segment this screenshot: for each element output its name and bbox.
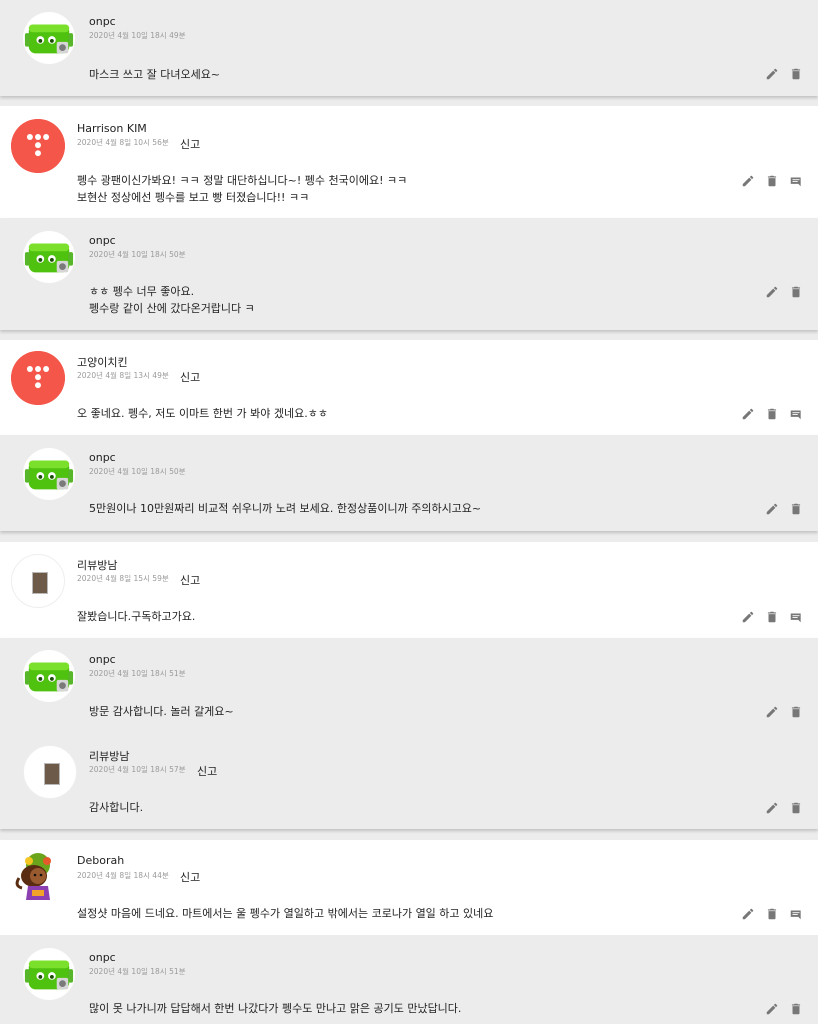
report-link[interactable]: 신고 [180,369,200,385]
edit-pencil-icon[interactable] [741,407,755,421]
delete-trash-icon[interactable] [789,67,803,81]
delete-trash-icon[interactable] [765,907,779,921]
reply-block: onpc 2020년 4월 10일 18시 51분 방문 감사합니다. 놀러 갈… [0,638,818,829]
author-name[interactable]: onpc [89,451,116,464]
avatar[interactable] [11,119,65,173]
reply-block: onpc 2020년 4월 10일 18시 51분 많이 못 나가니까 답답해서… [0,935,818,1024]
edit-pencil-icon[interactable] [765,285,779,299]
comment-block: Deborah 2020년 4월 8일 18시 44분 신고 설정샷 마음에 드… [0,840,818,935]
avatar[interactable] [23,231,75,283]
avatar[interactable] [11,554,65,608]
report-link[interactable]: 신고 [180,572,200,588]
comment-date: 2020년 4월 10일 18시 51분 [89,669,186,678]
comment-text: 많이 못 나가니까 답답해서 한번 나갔다가 펭수도 만나고 맑은 공기도 만났… [89,1002,462,1015]
comment-block: 리뷰방남 2020년 4월 8일 15시 59분 신고 잘봤습니다.구독하고가요… [0,542,818,638]
author-name[interactable]: Deborah [77,854,124,867]
edit-pencil-icon[interactable] [741,174,755,188]
avatar[interactable] [10,850,66,906]
comment-date: 2020년 4월 10일 18시 49분 [89,31,186,40]
comment-text: 설정샷 마음에 드네요. 마트에서는 울 펭수가 열일하고 밖에서는 코로나가 … [77,907,494,920]
reply-block: onpc 2020년 4월 10일 18시 50분 5만원이나 10만원짜리 비… [0,435,818,531]
edit-pencil-icon[interactable] [765,1002,779,1016]
comment-text: 마스크 쓰고 잘 다녀오세요~ [89,68,221,81]
author-name[interactable]: Harrison KIM [77,122,147,135]
comment-date: 2020년 4월 8일 15시 59분 [77,574,169,583]
author-name[interactable]: 리뷰방남 [77,557,117,573]
delete-trash-icon[interactable] [765,174,779,188]
comment-date: 2020년 4월 10일 18시 50분 [89,467,186,476]
comment-text: 펭수 광팬이신가봐요! ㅋㅋ 정말 대단하십니다~! 펭수 천국이에요! ㅋㅋ … [77,174,408,204]
avatar[interactable] [23,448,75,500]
author-name[interactable]: onpc [89,653,116,666]
cartoon-girl-avatar-icon [15,853,51,900]
comment-text: 감사합니다. [89,801,144,814]
comment-date: 2020년 4월 8일 10시 56분 [77,138,169,147]
comment-block: Harrison KIM 2020년 4월 8일 10시 56분 신고 펭수 광… [0,106,818,218]
onpc-avatar-icon [23,231,75,283]
avatar[interactable] [23,948,75,1000]
avatar[interactable] [23,650,75,702]
author-name[interactable]: onpc [89,234,116,247]
delete-trash-icon[interactable] [789,502,803,516]
reply-comment-icon[interactable] [789,907,803,921]
avatar[interactable] [23,12,75,64]
author-name[interactable]: 고양이치킨 [77,354,128,370]
edit-pencil-icon[interactable] [765,705,779,719]
edit-pencil-icon[interactable] [741,610,755,624]
edit-pencil-icon[interactable] [741,907,755,921]
avatar[interactable] [23,745,77,799]
report-link[interactable]: 신고 [197,763,217,779]
author-name[interactable]: onpc [89,15,116,28]
comment-text: ㅎㅎ 펭수 너무 좋아요. 펭수랑 같이 산에 갔다온거랍니다 ㅋ [89,285,255,315]
reply-comment-icon[interactable] [789,407,803,421]
reply-comment-icon[interactable] [789,610,803,624]
comment-text: 방문 감사합니다. 놀러 갈게요~ [89,705,234,718]
reply-comment-icon[interactable] [789,174,803,188]
delete-trash-icon[interactable] [789,801,803,815]
comment-block: 고양이치킨 2020년 4월 8일 13시 49분 신고 오 좋네요. 펭수, … [0,340,818,435]
author-name[interactable]: onpc [89,951,116,964]
comment-date: 2020년 4월 8일 13시 49분 [77,371,169,380]
onpc-avatar-icon [23,948,75,1000]
delete-trash-icon[interactable] [789,1002,803,1016]
tistory-avatar-icon [11,119,65,173]
comment-date: 2020년 4월 8일 18시 44분 [77,871,169,880]
comment-text: 오 좋네요. 펭수, 저도 이마트 한번 가 봐야 겠네요.ㅎㅎ [77,407,328,420]
reply-block: onpc 2020년 4월 10일 18시 50분 ㅎㅎ 펭수 너무 좋아요. … [0,218,818,330]
edit-pencil-icon[interactable] [765,502,779,516]
comment-date: 2020년 4월 10일 18시 57분 [89,765,186,774]
edit-pencil-icon[interactable] [765,801,779,815]
profile-photo-icon [32,572,48,594]
comment-text: 5만원이나 10만원짜리 비교적 쉬우니까 노려 보세요. 한정상품이니까 주의… [89,502,482,515]
reply-block: onpc 2020년 4월 10일 18시 49분 마스크 쓰고 잘 다녀오세요… [0,0,818,96]
author-name[interactable]: 리뷰방남 [89,748,129,764]
avatar[interactable] [11,351,65,405]
profile-photo-icon [44,763,60,785]
report-link[interactable]: 신고 [180,869,200,885]
onpc-avatar-icon [23,650,75,702]
comment-date: 2020년 4월 10일 18시 50분 [89,250,186,259]
delete-trash-icon[interactable] [789,285,803,299]
comment-date: 2020년 4월 10일 18시 51분 [89,967,186,976]
delete-trash-icon[interactable] [789,705,803,719]
delete-trash-icon[interactable] [765,610,779,624]
onpc-avatar-icon [23,448,75,500]
report-link[interactable]: 신고 [180,136,200,152]
edit-pencil-icon[interactable] [765,67,779,81]
delete-trash-icon[interactable] [765,407,779,421]
tistory-avatar-icon [11,351,65,405]
comment-text: 잘봤습니다.구독하고가요. [77,610,196,623]
onpc-avatar-icon [23,12,75,64]
